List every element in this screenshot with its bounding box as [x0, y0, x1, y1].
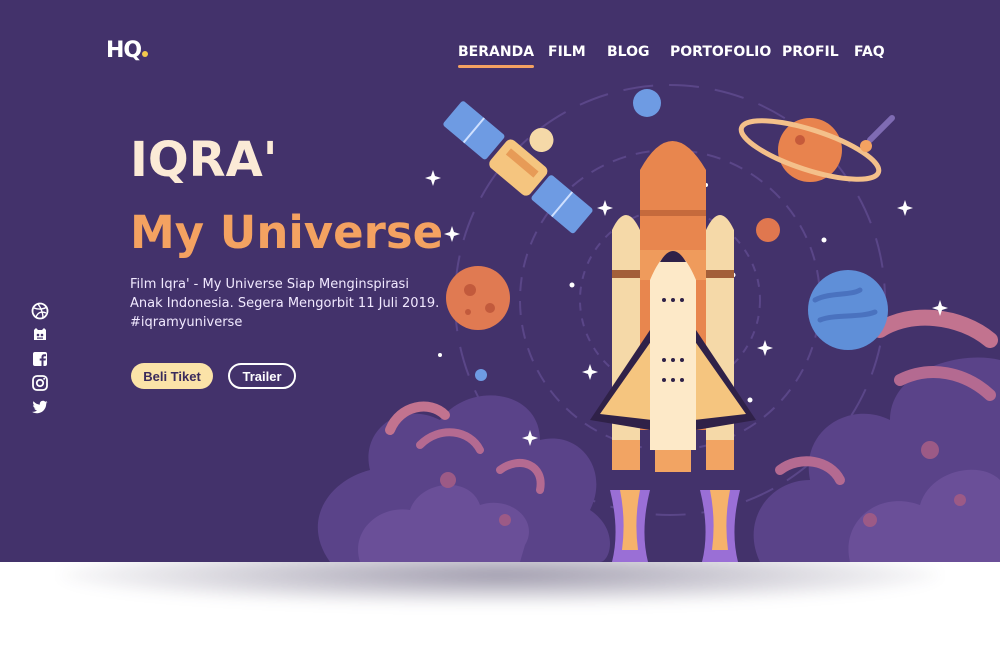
- comet: [860, 115, 895, 152]
- nav-item-portofolio[interactable]: PORTOFOLIO: [670, 44, 771, 60]
- nav-item-film[interactable]: FILM: [548, 44, 586, 60]
- social-links: [31, 302, 51, 422]
- main-nav: BERANDA FILM BLOG PORTOFOLIO PROFIL FAQ: [456, 44, 890, 68]
- planet-red: [446, 266, 510, 330]
- rocket-flames: [610, 490, 740, 562]
- hero-title: IQRA': [130, 132, 278, 188]
- hero-description: Film Iqra' - My Universe Siap Menginspir…: [130, 277, 440, 330]
- brand-logo-dot: [142, 51, 149, 57]
- trailer-button[interactable]: Trailer: [228, 363, 296, 389]
- dribbble-icon[interactable]: [31, 302, 49, 320]
- satellite: [443, 101, 593, 234]
- planet-small-blue: [633, 89, 661, 117]
- nav-item-faq[interactable]: FAQ: [854, 44, 885, 60]
- brand-logo[interactable]: HQ: [106, 38, 149, 63]
- left-clouds: [317, 395, 610, 562]
- landing-page: HQ BERANDA FILM BLOG PORTOFOLIO PROFIL F…: [0, 0, 1000, 562]
- buy-ticket-button[interactable]: Beli Tiket: [131, 363, 213, 389]
- nav-item-beranda[interactable]: BERANDA: [458, 44, 535, 68]
- facebook-icon[interactable]: [31, 350, 49, 368]
- planet-small-red: [756, 218, 780, 242]
- nav-item-blog[interactable]: BLOG: [607, 44, 650, 60]
- rocket: [590, 141, 756, 472]
- brand-logo-text: HQ: [106, 38, 142, 63]
- instagram-icon[interactable]: [31, 374, 49, 392]
- nav-item-profil[interactable]: PROFIL: [782, 44, 839, 60]
- moon-small: [475, 369, 487, 381]
- hero-subtitle: My Universe: [130, 206, 444, 259]
- right-clouds: [753, 309, 1000, 562]
- twitter-icon[interactable]: [31, 398, 49, 416]
- github-icon[interactable]: [31, 326, 49, 344]
- planet-blue: [808, 270, 888, 350]
